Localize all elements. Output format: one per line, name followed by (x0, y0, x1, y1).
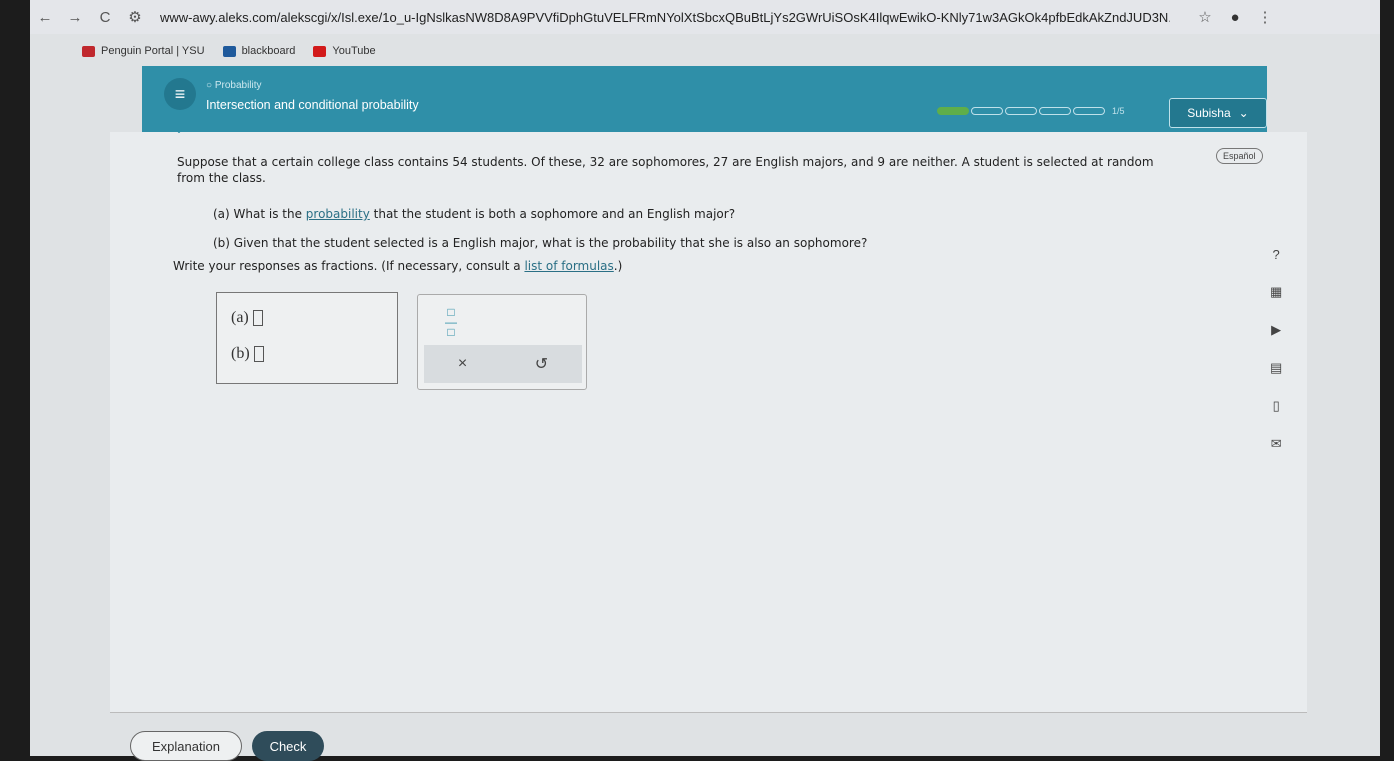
page-title: Intersection and conditional probability (206, 98, 419, 112)
mail-icon[interactable]: ✉ (1271, 436, 1282, 452)
footer-bar: Explanation Check (110, 712, 1307, 761)
collapse-chevron-icon[interactable]: ⌄ (158, 120, 200, 146)
site-info-icon[interactable]: ⚙ (120, 8, 150, 26)
check-button[interactable]: Check (252, 731, 324, 761)
bookmarks-bar: Penguin Portal | YSU blackboard YouTube (30, 38, 376, 64)
bookmark-label: YouTube (332, 45, 376, 57)
question-panel: ⌄ Español Suppose that a certain college… (110, 120, 1307, 712)
blackboard-icon (222, 45, 236, 57)
bookmark-penguin-portal[interactable]: Penguin Portal | YSU (82, 45, 205, 57)
question-a-text: (a) What is the (213, 207, 306, 221)
youtube-icon (313, 45, 327, 57)
bookmark-youtube[interactable]: YouTube (313, 45, 376, 57)
question-a: (a) What is the probability that the stu… (213, 207, 735, 221)
clear-button[interactable]: × (458, 355, 467, 373)
question-a-text: that the student is both a sophomore and… (369, 207, 736, 221)
profile-avatar[interactable]: ● (1220, 9, 1250, 26)
bookmark-star-icon[interactable]: ☆ (1190, 8, 1220, 26)
question-b: (b) Given that the student selected is a… (213, 236, 868, 250)
hamburger-menu-button[interactable]: ≡ (164, 78, 196, 110)
instructions-text: Write your responses as fractions. (If n… (173, 259, 525, 273)
penguin-icon (82, 45, 95, 57)
calculator-icon[interactable]: ▦ (1270, 284, 1282, 300)
bookmark-label: blackboard (241, 45, 296, 57)
tools-toolbar: × ↺ (424, 345, 582, 383)
answer-a-label: (a) (231, 309, 249, 326)
back-button[interactable]: ← (30, 9, 60, 26)
formulas-link[interactable]: list of formulas (524, 259, 613, 273)
screen: ← → C ⚙ www-awy.aleks.com/alekscgi/x/Isl… (30, 0, 1380, 761)
chevron-down-icon: ⌄ (1238, 106, 1249, 120)
topic-text: Probability (214, 80, 262, 91)
fraction-button[interactable]: □ — □ (445, 306, 457, 338)
instructions-text: .) (613, 259, 623, 273)
video-icon[interactable]: ▶ (1271, 322, 1281, 338)
help-icon[interactable]: ? (1273, 247, 1280, 262)
bookmark-blackboard[interactable]: blackboard (222, 45, 296, 57)
progress-bar: 1/5 (937, 106, 1125, 116)
reload-button[interactable]: C (90, 9, 120, 26)
problem-text: Suppose that a certain college class con… (177, 155, 1154, 185)
data-table-icon[interactable]: ▤ (1270, 360, 1282, 376)
undo-button[interactable]: ↺ (535, 354, 548, 374)
progress-segment (1039, 107, 1071, 115)
dictionary-icon[interactable]: ▯ (1273, 398, 1280, 414)
url-input[interactable]: www-awy.aleks.com/alekscgi/x/Isl.exe/1o_… (160, 10, 1170, 25)
answer-a-row: (a) (231, 309, 263, 327)
user-name: Subisha (1187, 106, 1231, 120)
answer-a-input[interactable] (252, 310, 263, 326)
browser-toolbar: ← → C ⚙ www-awy.aleks.com/alekscgi/x/Isl… (30, 0, 1380, 34)
progress-label: 1/5 (1112, 106, 1125, 116)
progress-segment (937, 107, 969, 115)
progress-segment (1073, 107, 1105, 115)
right-toolbar: ? ▦ ▶ ▤ ▯ ✉ (1270, 247, 1282, 452)
aleks-header: ≡ ○ Probability Intersection and conditi… (142, 66, 1267, 132)
browser-menu-button[interactable]: ⋮ (1250, 8, 1280, 26)
espanol-button[interactable]: Español (1216, 148, 1263, 164)
topic-label: ○ Probability (206, 80, 262, 91)
user-menu-button[interactable]: Subisha ⌄ (1169, 98, 1267, 128)
explanation-button[interactable]: Explanation (130, 731, 242, 761)
answer-b-label: (b) (231, 345, 250, 362)
progress-segment (1005, 107, 1037, 115)
math-tools-panel: □ — □ × ↺ (417, 294, 587, 390)
instructions: Write your responses as fractions. (If n… (173, 259, 622, 273)
answer-b-input[interactable] (253, 346, 264, 362)
forward-button[interactable]: → (60, 9, 90, 26)
probability-link[interactable]: probability (306, 207, 370, 221)
bookmark-label: Penguin Portal | YSU (101, 45, 205, 57)
answer-box: (a) (b) (216, 292, 398, 384)
answer-b-row: (b) (231, 345, 264, 363)
progress-segment (971, 107, 1003, 115)
